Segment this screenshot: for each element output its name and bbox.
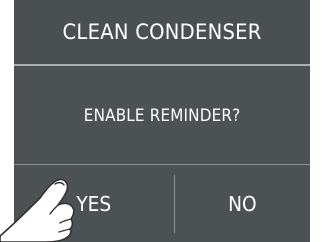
reminder-dialog: CLEAN CONDENSER ENABLE REMINDER? YES NO [14, 0, 310, 242]
vertical-divider [174, 175, 175, 233]
yes-button-label: YES [76, 191, 112, 216]
yes-button[interactable]: YES [14, 165, 174, 242]
dialog-message: ENABLE REMINDER? [83, 105, 241, 125]
no-button-label: NO [228, 191, 257, 216]
title-bar: CLEAN CONDENSER [14, 0, 310, 66]
message-area: ENABLE REMINDER? [14, 66, 310, 164]
no-button[interactable]: NO [175, 165, 310, 242]
button-row: YES NO [14, 165, 310, 242]
dialog-title: CLEAN CONDENSER [62, 20, 262, 44]
